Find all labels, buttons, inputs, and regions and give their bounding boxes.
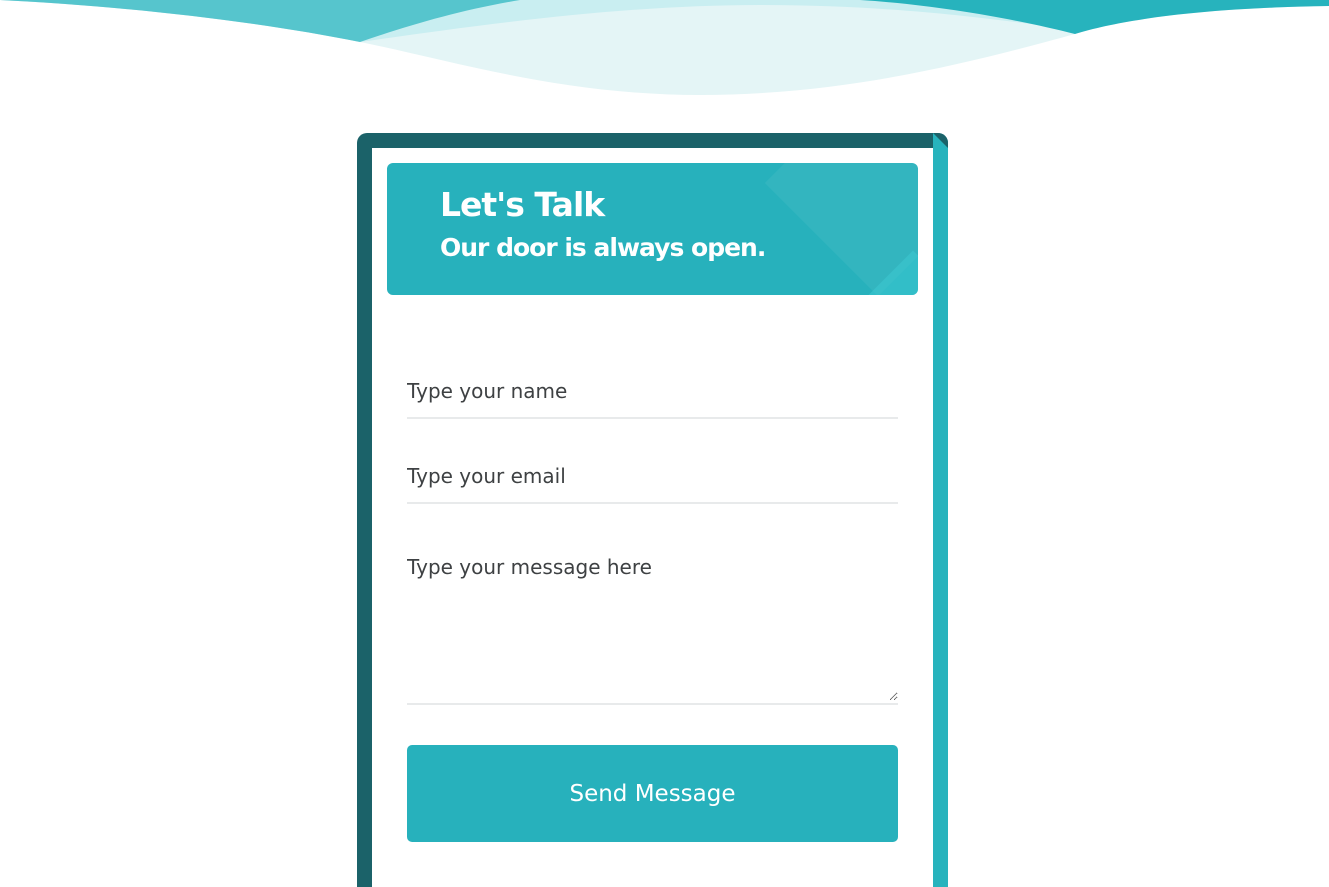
message-field-wrapper — [407, 543, 898, 705]
email-field-wrapper — [407, 458, 898, 504]
card-accent-edge — [933, 133, 948, 887]
page: Let's Talk Our door is always open. Send… — [0, 0, 1329, 887]
email-input[interactable] — [407, 458, 898, 494]
message-textarea[interactable] — [407, 543, 898, 701]
name-field-wrapper — [407, 373, 898, 419]
send-message-button[interactable]: Send Message — [407, 745, 898, 842]
page-subtitle: Our door is always open. — [440, 233, 766, 262]
name-input[interactable] — [407, 373, 898, 409]
card-corner — [933, 133, 948, 148]
page-title: Let's Talk — [440, 185, 605, 224]
card-body: Let's Talk Our door is always open. Send… — [372, 148, 933, 887]
header-banner: Let's Talk Our door is always open. — [387, 163, 918, 295]
contact-card: Let's Talk Our door is always open. Send… — [357, 133, 948, 887]
wave-header-decoration — [0, 0, 1329, 95]
